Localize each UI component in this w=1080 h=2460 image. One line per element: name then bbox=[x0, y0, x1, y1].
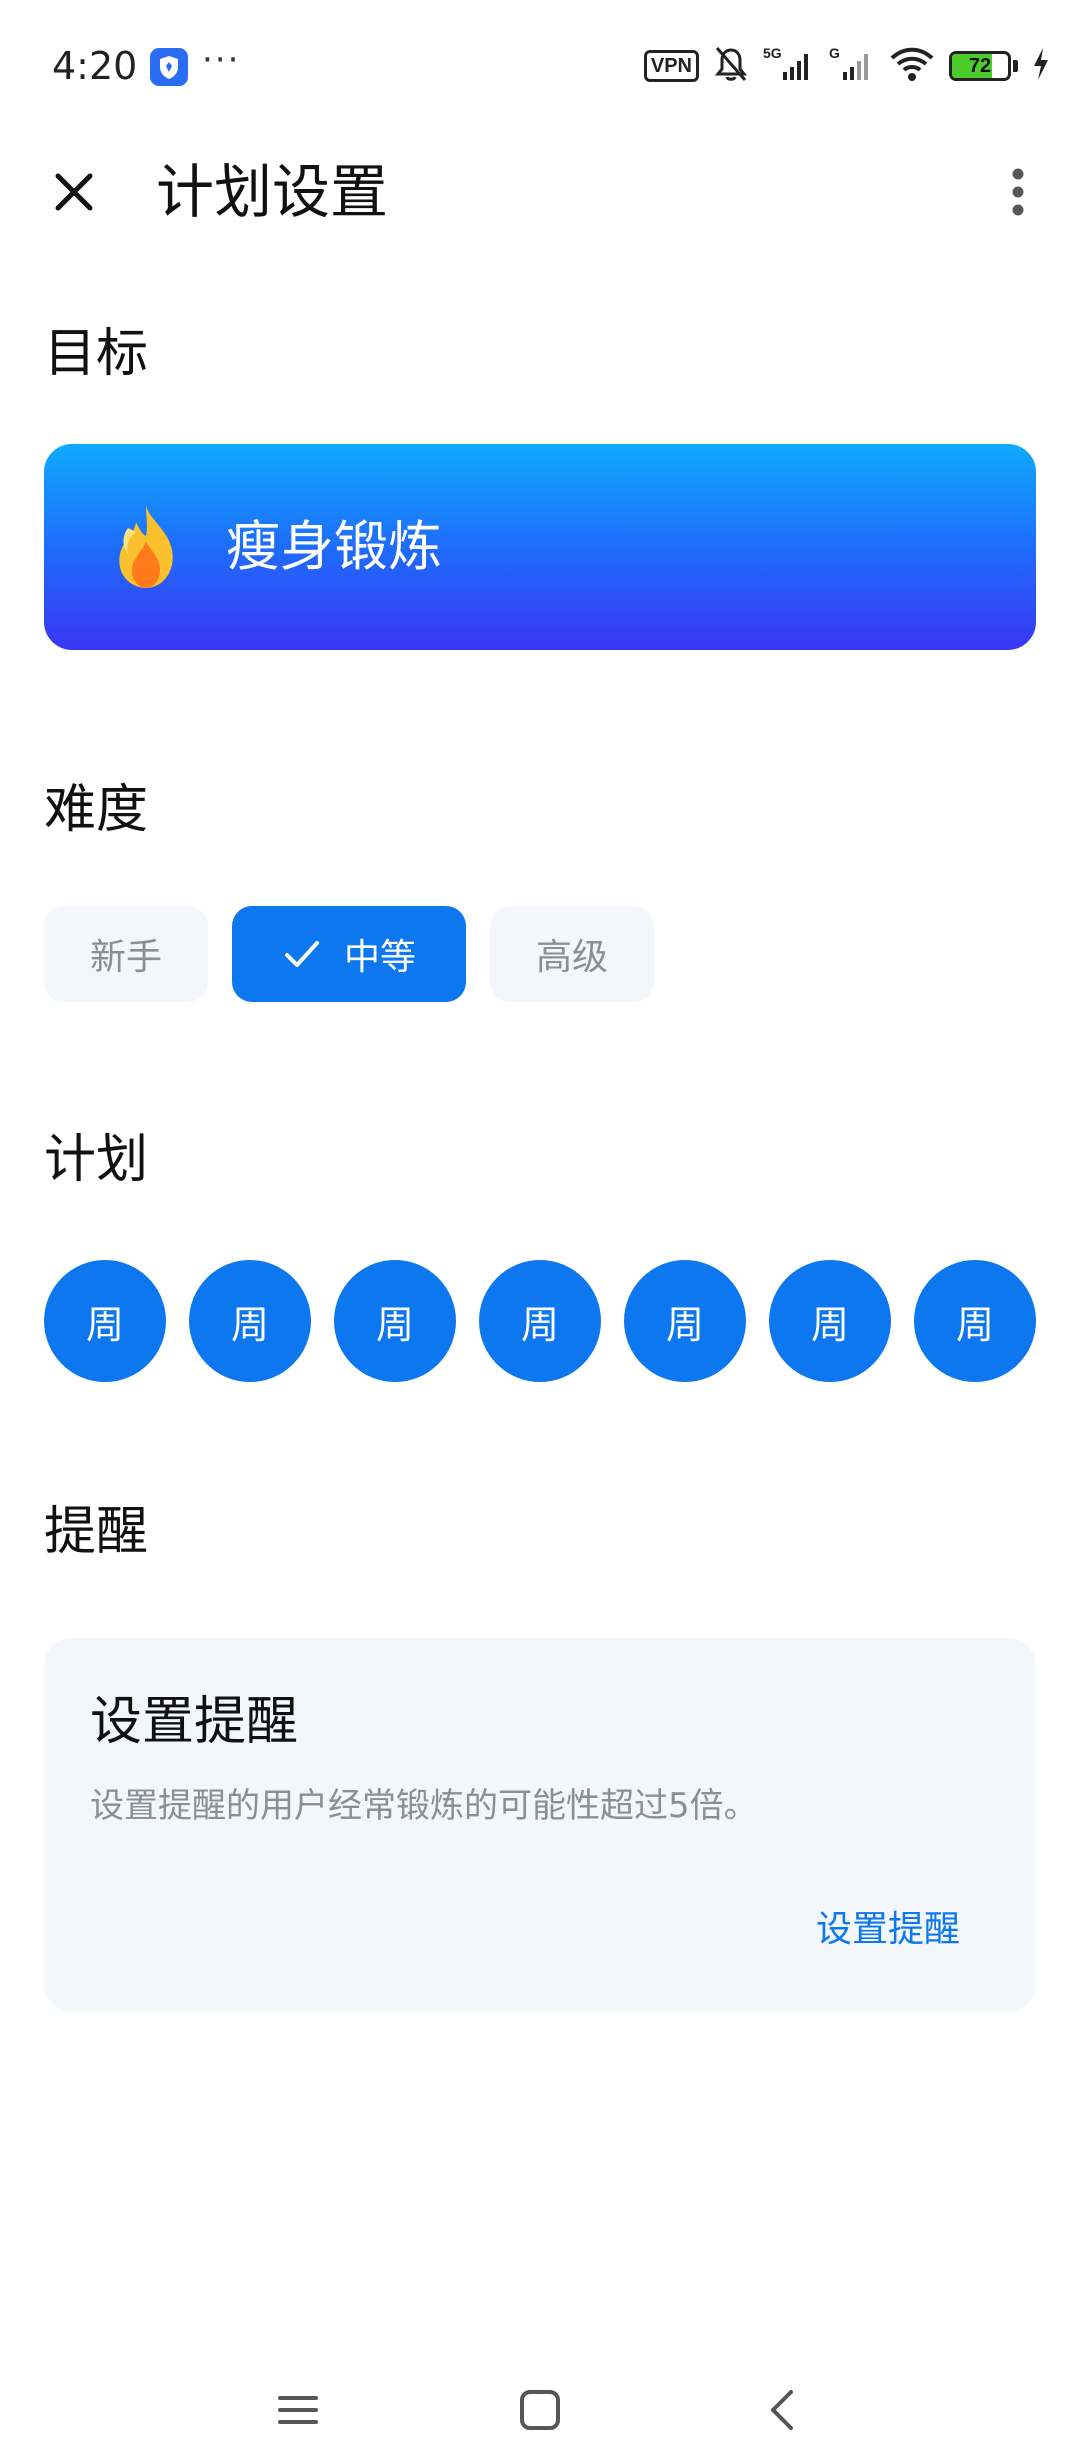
wifi-icon bbox=[889, 44, 935, 88]
difficulty-option-advanced[interactable]: 高级 bbox=[490, 906, 654, 1002]
signal-g-icon: G bbox=[829, 44, 875, 88]
weekday-selector: 周 周 周 周 周 周 周 bbox=[44, 1260, 1036, 1382]
shield-app-icon bbox=[150, 48, 188, 86]
goal-card[interactable]: 瘦身锻炼 bbox=[44, 444, 1036, 650]
vpn-icon: VPN bbox=[643, 50, 699, 82]
status-bar: 4:20 ··· VPN 5G G 72 bbox=[0, 0, 1080, 136]
weekday-toggle[interactable]: 周 bbox=[769, 1260, 891, 1382]
plan-heading: 计划 bbox=[44, 1130, 149, 1190]
more-options-button[interactable] bbox=[980, 154, 1056, 230]
menu-icon bbox=[278, 2396, 318, 2424]
home-button[interactable] bbox=[508, 2378, 572, 2442]
checkmark-icon bbox=[284, 941, 319, 967]
set-reminder-button[interactable]: 设置提醒 bbox=[816, 1906, 960, 1954]
weekday-toggle[interactable]: 周 bbox=[624, 1260, 746, 1382]
home-square-icon bbox=[520, 2390, 560, 2430]
difficulty-option-label: 新手 bbox=[89, 937, 162, 978]
back-chevron-icon bbox=[771, 2390, 793, 2430]
difficulty-heading: 难度 bbox=[44, 780, 149, 840]
header: 计划设置 bbox=[0, 136, 1080, 246]
battery-icon: 72 bbox=[949, 51, 1018, 81]
difficulty-option-beginner[interactable]: 新手 bbox=[44, 906, 208, 1002]
status-icons: VPN 5G G 72 bbox=[643, 42, 1050, 90]
reminder-heading: 提醒 bbox=[44, 1502, 149, 1562]
reminder-description: 设置提醒的用户经常锻炼的可能性超过5倍。 bbox=[90, 1786, 758, 1826]
recent-apps-button[interactable] bbox=[266, 2378, 330, 2442]
difficulty-options: 新手 中等 高级 bbox=[44, 906, 654, 1002]
status-time: 4:20 bbox=[52, 44, 138, 88]
svg-text:G: G bbox=[829, 45, 840, 61]
goal-heading: 目标 bbox=[44, 324, 149, 384]
difficulty-option-label: 高级 bbox=[535, 937, 608, 978]
reminder-title: 设置提醒 bbox=[90, 1692, 299, 1752]
weekday-toggle[interactable]: 周 bbox=[44, 1260, 166, 1382]
more-notifications-icon: ··· bbox=[202, 40, 241, 80]
flame-icon bbox=[119, 506, 173, 588]
difficulty-option-intermediate[interactable]: 中等 bbox=[232, 906, 466, 1002]
svg-text:5G: 5G bbox=[763, 45, 782, 61]
system-nav-bar bbox=[0, 2360, 1080, 2460]
weekday-toggle[interactable]: 周 bbox=[479, 1260, 601, 1382]
close-button[interactable] bbox=[36, 154, 112, 230]
goal-label: 瘦身锻炼 bbox=[226, 515, 442, 578]
reminder-card: 设置提醒 设置提醒的用户经常锻炼的可能性超过5倍。 设置提醒 bbox=[44, 1638, 1036, 2012]
weekday-toggle[interactable]: 周 bbox=[334, 1260, 456, 1382]
weekday-toggle[interactable]: 周 bbox=[914, 1260, 1036, 1382]
page-title: 计划设置 bbox=[156, 158, 389, 226]
weekday-toggle[interactable]: 周 bbox=[189, 1260, 311, 1382]
battery-level: 72 bbox=[968, 55, 992, 77]
vertical-dots-icon bbox=[1012, 168, 1024, 216]
back-button[interactable] bbox=[750, 2378, 814, 2442]
close-icon bbox=[55, 173, 93, 211]
charging-icon bbox=[1032, 47, 1050, 85]
difficulty-option-label: 中等 bbox=[343, 937, 416, 978]
signal-5g-icon: 5G bbox=[763, 44, 815, 88]
mute-bell-icon bbox=[713, 44, 749, 88]
